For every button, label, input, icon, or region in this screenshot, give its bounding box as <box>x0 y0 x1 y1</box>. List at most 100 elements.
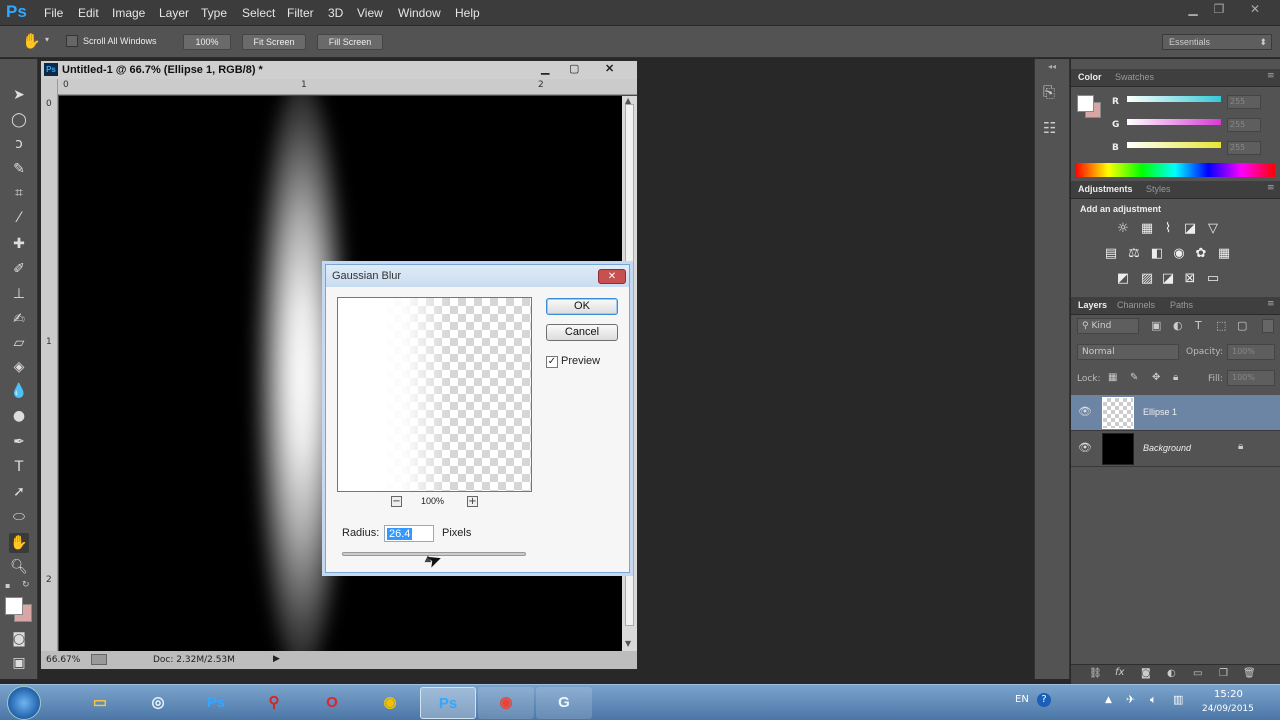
panel-menu-icon[interactable]: ≡ <box>1267 299 1275 309</box>
opacity-input[interactable]: 100% <box>1227 344 1275 360</box>
dodge-tool-icon[interactable]: ● <box>9 406 29 426</box>
threshold-icon[interactable]: ◪ <box>1159 271 1177 287</box>
menu-image[interactable]: Image <box>112 6 145 20</box>
zoom-tool-icon[interactable]: 🔍︎ <box>9 557 29 577</box>
filter-adjustment-icon[interactable]: ◐ <box>1173 319 1183 332</box>
clock-time[interactable]: 15:20 <box>1214 689 1243 700</box>
preview-checkbox[interactable]: ✓ <box>546 356 558 368</box>
path-selection-tool-icon[interactable]: ➚ <box>9 482 29 502</box>
gradient-map-icon[interactable]: ▭ <box>1204 271 1222 287</box>
restore-icon[interactable]: ❐ <box>1208 2 1230 18</box>
channel-b-value[interactable]: 255 <box>1227 141 1261 155</box>
screen-mode-icon[interactable]: ▣ <box>9 653 29 673</box>
doc-close-icon[interactable]: ✕ <box>605 62 614 75</box>
opera-icon[interactable]: O <box>304 687 360 719</box>
scroll-all-windows-checkbox[interactable] <box>66 35 78 47</box>
tray-app-icon[interactable]: ✈ <box>1126 693 1135 706</box>
fit-screen-button[interactable]: Fit Screen <box>242 34 306 50</box>
curves-icon[interactable]: ⌇ <box>1159 221 1177 237</box>
menu-window[interactable]: Window <box>398 6 441 20</box>
channel-r-value[interactable]: 255 <box>1227 95 1261 109</box>
lock-image-icon[interactable]: ✎ <box>1130 372 1138 383</box>
invert-icon[interactable]: ◩ <box>1114 271 1132 287</box>
tab-swatches[interactable]: Swatches <box>1115 72 1154 82</box>
status-preview-icon[interactable] <box>91 654 107 665</box>
menu-file[interactable]: File <box>44 6 63 20</box>
zoom-100-button[interactable]: 100% <box>183 34 231 50</box>
brightness-contrast-icon[interactable]: ☼ <box>1114 221 1132 237</box>
chrome-window-icon[interactable]: ◉ <box>478 687 534 719</box>
help-icon[interactable]: ? <box>1037 693 1051 707</box>
lock-all-icon[interactable]: 🔒︎ <box>1173 372 1178 383</box>
panel-menu-icon[interactable]: ≡ <box>1267 183 1275 193</box>
quick-mask-icon[interactable]: ◙ <box>9 629 29 649</box>
show-hidden-icons-icon[interactable]: ▲ <box>1105 695 1112 705</box>
paint-bucket-tool-icon[interactable]: ◈ <box>9 357 29 377</box>
new-layer-icon[interactable]: ❐ <box>1219 668 1228 679</box>
language-indicator[interactable]: EN <box>1015 694 1029 705</box>
hue-saturation-icon[interactable]: ▤ <box>1102 246 1120 262</box>
levels-icon[interactable]: ▦ <box>1138 221 1156 237</box>
brush-tool-icon[interactable]: ✐ <box>9 259 29 279</box>
foreground-color-swatch[interactable] <box>5 597 23 615</box>
status-menu-arrow-icon[interactable]: ▶ <box>273 654 280 664</box>
document-title-bar[interactable]: Ps Untitled-1 @ 66.7% (Ellipse 1, RGB/8)… <box>41 61 637 79</box>
crop-tool-icon[interactable]: ⌗ <box>9 183 29 203</box>
cancel-button[interactable]: Cancel <box>546 324 618 341</box>
tab-paths[interactable]: Paths <box>1170 300 1193 310</box>
menu-help[interactable]: Help <box>455 6 480 20</box>
properties-panel-icon[interactable]: ☷ <box>1043 119 1056 137</box>
blend-mode-select[interactable]: Normal <box>1077 344 1179 360</box>
workspace-select[interactable]: Essentials ⬍ <box>1162 34 1272 50</box>
doc-maximize-icon[interactable]: ▢ <box>569 62 579 75</box>
lasso-tool-icon[interactable]: ↄ <box>9 134 29 154</box>
channel-r-slider[interactable] <box>1127 96 1221 102</box>
default-colors-icon[interactable]: ▪ <box>5 581 10 590</box>
new-group-icon[interactable]: ▭ <box>1193 668 1202 679</box>
filter-shape-icon[interactable]: ⬚ <box>1216 319 1226 332</box>
blur-tool-icon[interactable]: 💧 <box>9 381 29 401</box>
history-panel-icon[interactable]: ⎘ <box>1043 83 1055 101</box>
color-spectrum-ramp[interactable] <box>1075 163 1275 177</box>
lock-position-icon[interactable]: ✥ <box>1152 372 1160 383</box>
channel-mixer-icon[interactable]: ✿ <box>1192 246 1210 262</box>
tab-channels[interactable]: Channels <box>1117 300 1155 310</box>
type-tool-icon[interactable]: T <box>9 457 29 477</box>
panel-menu-icon[interactable]: ≡ <box>1267 71 1275 81</box>
fill-screen-button[interactable]: Fill Screen <box>317 34 383 50</box>
channel-b-slider[interactable] <box>1127 142 1221 148</box>
delete-layer-icon[interactable]: 🗑︎ <box>1243 668 1256 679</box>
filter-toggle-switch[interactable] <box>1262 319 1274 333</box>
visibility-eye-icon[interactable]: 👁︎ <box>1077 441 1093 454</box>
menu-layer[interactable]: Layer <box>159 6 189 20</box>
tab-styles[interactable]: Styles <box>1146 184 1171 194</box>
menu-view[interactable]: View <box>357 6 383 20</box>
radius-input[interactable]: 26.4 <box>384 525 434 542</box>
layer-kind-filter[interactable]: ⚲ Kind <box>1077 318 1139 334</box>
volume-icon[interactable]: 🔈︎ <box>1150 693 1157 707</box>
ellipse-tool-icon[interactable]: ⬭ <box>9 507 29 527</box>
selective-color-icon[interactable]: ⊠ <box>1181 271 1199 287</box>
pen-tool-icon[interactable]: ✒ <box>9 432 29 452</box>
tab-color[interactable]: Color <box>1078 72 1102 82</box>
menu-edit[interactable]: Edit <box>78 6 99 20</box>
link-layers-icon[interactable]: ⛓ <box>1089 668 1102 679</box>
visibility-eye-icon[interactable]: 👁︎ <box>1077 405 1093 418</box>
channel-g-value[interactable]: 255 <box>1227 118 1261 132</box>
scroll-down-icon[interactable]: ▼ <box>625 639 631 648</box>
layer-name[interactable]: Ellipse 1 <box>1143 407 1177 417</box>
zoom-level[interactable]: 66.67% <box>46 655 80 665</box>
browser-icon[interactable]: ◎ <box>130 687 186 719</box>
filter-pixel-icon[interactable]: ▣ <box>1151 319 1161 332</box>
clock-date[interactable]: 24/09/2015 <box>1202 704 1254 714</box>
dialog-title-bar[interactable]: Gaussian Blur ✕ <box>326 265 629 287</box>
posterize-icon[interactable]: ▨ <box>1138 271 1156 287</box>
layer-style-icon[interactable]: fx <box>1115 667 1124 678</box>
chrome-icon[interactable]: ◉ <box>362 687 418 719</box>
app-g-icon[interactable]: G <box>536 687 592 719</box>
add-mask-icon[interactable]: ◙ <box>1141 668 1151 679</box>
file-explorer-icon[interactable]: ▭ <box>72 687 128 719</box>
photo-filter-icon[interactable]: ◉ <box>1170 246 1188 262</box>
tab-adjustments[interactable]: Adjustments <box>1078 184 1133 194</box>
new-adjustment-icon[interactable]: ◐ <box>1167 668 1176 679</box>
